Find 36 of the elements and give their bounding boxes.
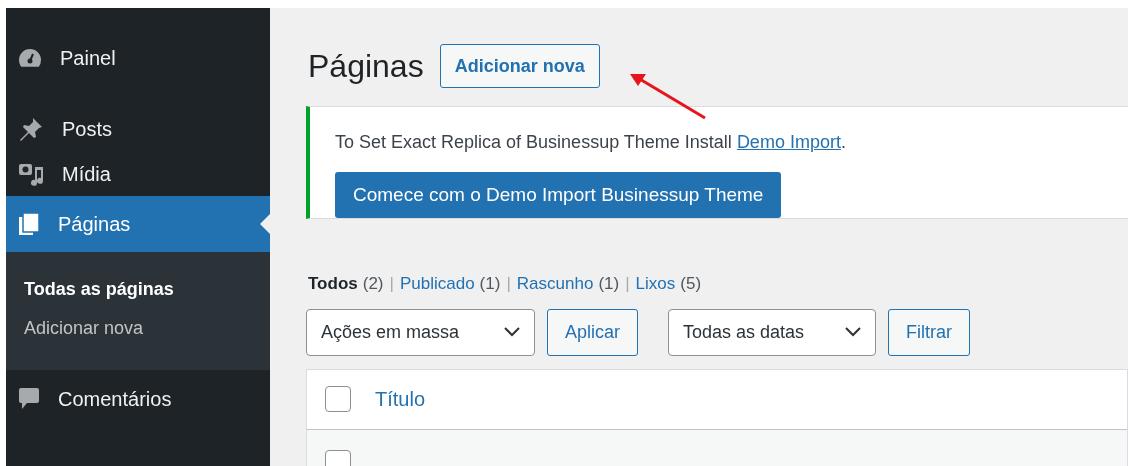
chevron-down-icon [504, 327, 520, 337]
filter-button[interactable]: Filtrar [888, 308, 971, 356]
sidebar-item[interactable]: Comentários [6, 370, 270, 428]
sidebar-item[interactable]: Páginas [6, 196, 270, 252]
page-title: Páginas [308, 47, 424, 86]
demo-import-button[interactable]: Comece com o Demo Import Businessup Theme [335, 172, 782, 218]
status-filter-link[interactable]: Publicado [399, 271, 475, 297]
column-header[interactable]: Título [375, 384, 426, 414]
pages-icon [18, 212, 40, 236]
date-filter-select[interactable]: Todas as datas [668, 308, 877, 356]
pin-icon [18, 116, 44, 142]
sidebar-item[interactable]: Posts [6, 107, 270, 151]
status-count: (2) [362, 273, 384, 295]
add-new-button[interactable]: Adicionar nova [439, 44, 600, 88]
notice-text: To Set Exact Replica of Businessup Theme Install Demo Import. [335, 131, 847, 154]
dashboard-icon [18, 48, 42, 68]
chevron-down-icon [845, 327, 862, 337]
submenu-item[interactable]: Todas as páginas [24, 276, 270, 303]
media-icon [18, 162, 44, 186]
comment-icon [18, 387, 40, 411]
status-count: (5) [680, 273, 702, 295]
separator: | [625, 273, 630, 295]
status-filter-link[interactable]: Lixos [635, 271, 676, 297]
demo-import-link[interactable]: Demo Import [736, 132, 841, 152]
bulk-actions-select[interactable]: Ações em massa [306, 308, 535, 356]
submenu-item[interactable]: Adicionar nova [24, 315, 270, 342]
apply-button[interactable]: Aplicar [547, 308, 639, 356]
checkbox[interactable] [325, 386, 351, 412]
status-count: (1) [598, 273, 620, 295]
separator: | [389, 273, 394, 295]
separator: | [506, 273, 511, 295]
status-filter-link[interactable]: Rascunho [516, 271, 594, 297]
sidebar-item[interactable]: Mídia [6, 152, 270, 196]
sidebar-item[interactable]: Painel [6, 36, 270, 80]
status-count: (1) [479, 273, 501, 295]
status-filter-link[interactable]: Todos [308, 271, 358, 297]
